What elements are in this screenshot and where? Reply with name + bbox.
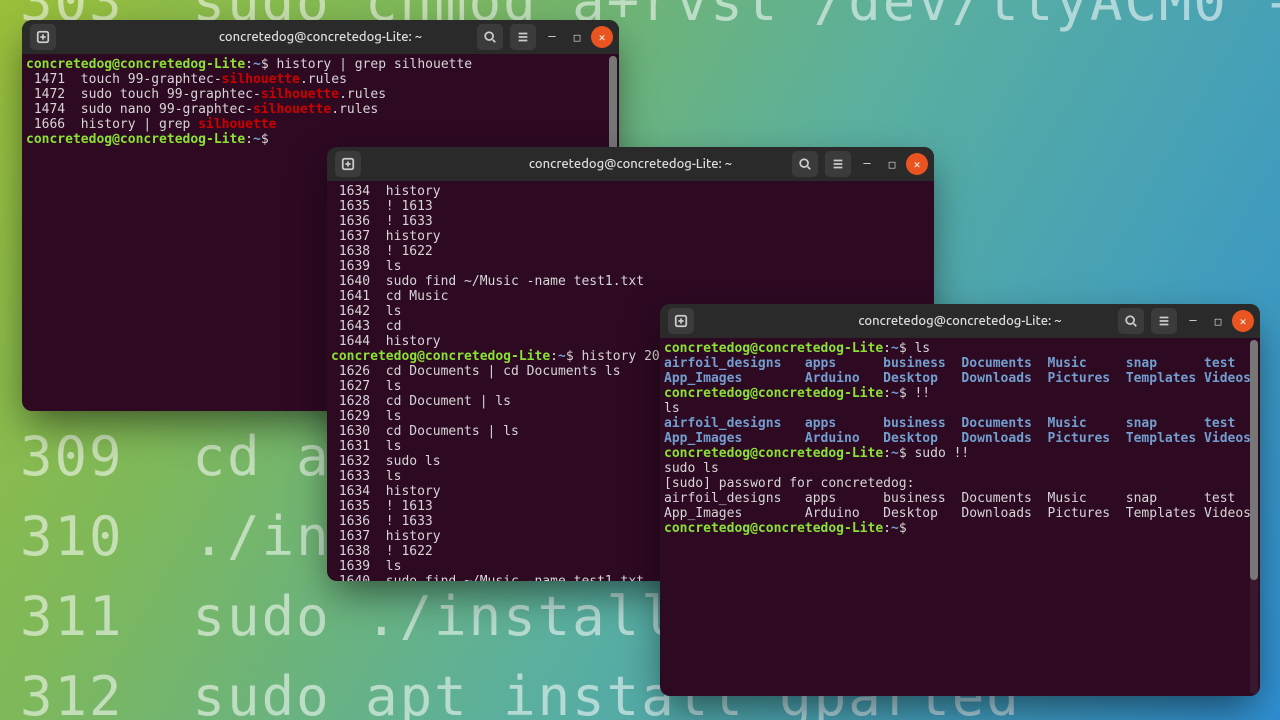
hamburger-menu-button[interactable] <box>510 24 536 50</box>
terminal-line: concretedog@concretedog-Lite:~$ !! <box>664 386 1260 401</box>
new-tab-button[interactable] <box>30 24 56 50</box>
new-tab-button[interactable] <box>335 151 361 177</box>
hamburger-menu-button[interactable] <box>1151 308 1177 334</box>
terminal-line: ls <box>664 401 1260 416</box>
close-button[interactable] <box>1232 310 1254 332</box>
titlebar[interactable]: concretedog@concretedog-Lite: ~ <box>327 147 934 181</box>
maximize-button[interactable] <box>881 153 903 175</box>
terminal-line: sudo ls <box>664 461 1260 476</box>
titlebar[interactable]: concretedog@concretedog-Lite: ~ <box>660 304 1260 338</box>
terminal-line: 1635 ! 1613 <box>331 199 934 214</box>
search-button[interactable] <box>477 24 503 50</box>
terminal-line: 1474 sudo nano 99-graphtec-silhouette.ru… <box>26 102 619 117</box>
terminal-line: [sudo] password for concretedog: <box>664 476 1260 491</box>
terminal-line: concretedog@concretedog-Lite:~$ ls <box>664 341 1260 356</box>
scrollbar-thumb[interactable] <box>1250 340 1258 580</box>
scrollbar[interactable] <box>1250 340 1258 694</box>
new-tab-button[interactable] <box>668 308 694 334</box>
terminal-line: concretedog@concretedog-Lite:~$ <box>664 521 1260 536</box>
titlebar[interactable]: concretedog@concretedog-Lite: ~ <box>22 20 619 54</box>
minimize-button[interactable] <box>1182 310 1204 332</box>
terminal-body[interactable]: concretedog@concretedog-Lite:~$ lsairfoi… <box>660 338 1260 696</box>
maximize-button[interactable] <box>566 26 588 48</box>
terminal-line: 1636 ! 1633 <box>331 214 934 229</box>
terminal-line: 1639 ls <box>331 259 934 274</box>
hamburger-menu-button[interactable] <box>825 151 851 177</box>
terminal-line: airfoil_designs apps business Documents … <box>664 356 1260 371</box>
terminal-line: 1641 cd Music <box>331 289 934 304</box>
search-button[interactable] <box>792 151 818 177</box>
terminal-line: concretedog@concretedog-Lite:~$ <box>26 132 619 147</box>
terminal-line: 1637 history <box>331 229 934 244</box>
terminal-line: airfoil_designs apps business Documents … <box>664 491 1260 506</box>
terminal-window-3: concretedog@concretedog-Lite: ~ concrete… <box>660 304 1260 696</box>
terminal-line: 1471 touch 99-graphtec-silhouette.rules <box>26 72 619 87</box>
terminal-line: App_Images Arduino Desktop Downloads Pic… <box>664 506 1260 521</box>
search-button[interactable] <box>1118 308 1144 334</box>
terminal-line: 1666 history | grep silhouette <box>26 117 619 132</box>
close-button[interactable] <box>906 153 928 175</box>
terminal-line: App_Images Arduino Desktop Downloads Pic… <box>664 371 1260 386</box>
terminal-line: airfoil_designs apps business Documents … <box>664 416 1260 431</box>
terminal-line: concretedog@concretedog-Lite:~$ sudo !! <box>664 446 1260 461</box>
maximize-button[interactable] <box>1207 310 1229 332</box>
close-button[interactable] <box>591 26 613 48</box>
terminal-line: 1640 sudo find ~/Music -name test1.txt <box>331 274 934 289</box>
terminal-line: 1638 ! 1622 <box>331 244 934 259</box>
terminal-line: concretedog@concretedog-Lite:~$ history … <box>26 57 619 72</box>
terminal-line: App_Images Arduino Desktop Downloads Pic… <box>664 431 1260 446</box>
minimize-button[interactable] <box>541 26 563 48</box>
minimize-button[interactable] <box>856 153 878 175</box>
terminal-line: 1472 sudo touch 99-graphtec-silhouette.r… <box>26 87 619 102</box>
terminal-line: 1634 history <box>331 184 934 199</box>
